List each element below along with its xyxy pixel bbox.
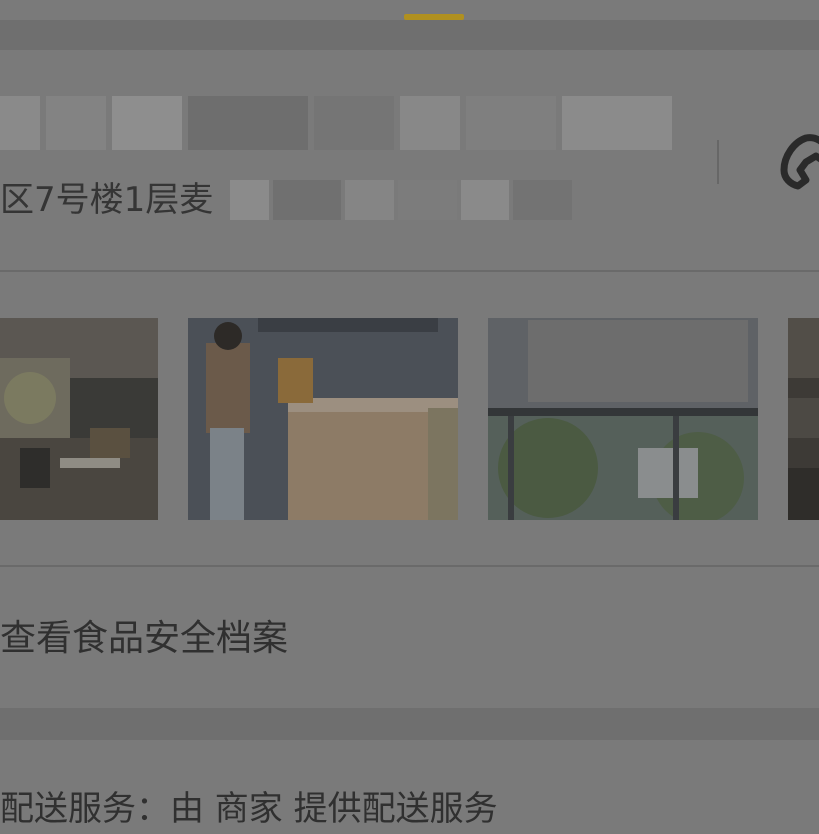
section-separator-top [0, 20, 819, 50]
store-photo-gallery[interactable] [0, 318, 819, 520]
food-safety-link[interactable]: 查看食品安全档案 [0, 614, 288, 664]
store-address-redacted [230, 180, 572, 220]
store-info-panel [0, 50, 819, 272]
phone-icon[interactable] [776, 128, 819, 198]
divider-after-gallery [0, 565, 819, 567]
phone-divider [717, 140, 719, 184]
store-name-redacted [0, 96, 672, 150]
restaurant-interior-photo[interactable] [0, 318, 158, 520]
address-visible: 区7号楼1层 [0, 180, 180, 220]
address-cut: 麦 [179, 180, 214, 220]
storefront-window-photo[interactable] [488, 318, 758, 520]
counter-photo[interactable] [188, 318, 458, 520]
restaurant-interior-photo-partial[interactable] [788, 318, 819, 520]
store-address[interactable]: 区7号楼1层麦 [0, 178, 213, 222]
delivery-info: 配送服务：由 商家 提供配送服务 [0, 789, 498, 829]
section-separator [0, 708, 819, 740]
divider-after-info [0, 270, 819, 272]
